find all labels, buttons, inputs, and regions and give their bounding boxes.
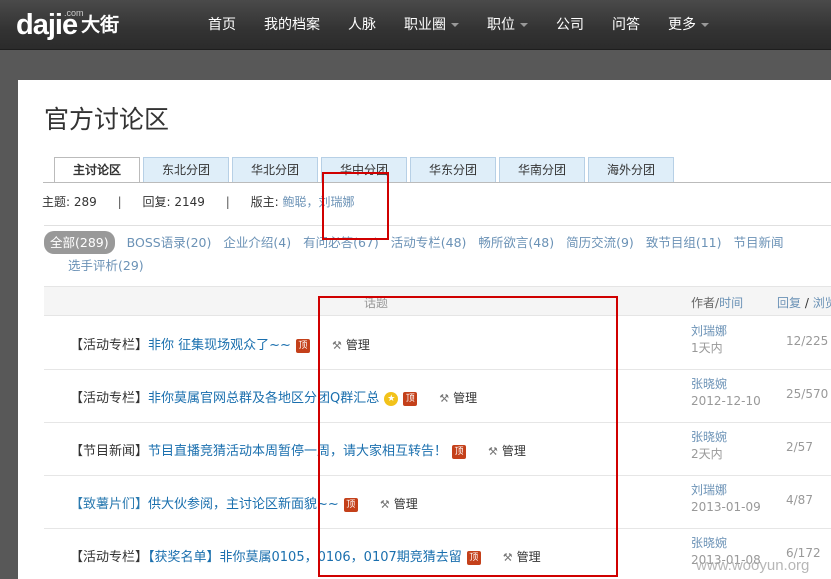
category-filter-item[interactable]: 简历交流(9) — [566, 231, 634, 254]
nav-item[interactable]: 我的档案 — [250, 0, 334, 50]
sort-by-reply-link[interactable]: 回复 — [777, 296, 801, 310]
nav-item-label: 公司 — [556, 17, 584, 33]
nav-item[interactable]: 人脉 — [334, 0, 390, 50]
topics-count: 289 — [73, 195, 97, 209]
post-time: 2天内 — [691, 447, 723, 461]
author-link[interactable]: 张晓婉 — [691, 376, 761, 393]
reply-view-count: 2/57 — [786, 440, 813, 454]
topic-category-tag[interactable]: 【活动专栏】 — [70, 391, 148, 406]
category-list: 全部(289) BOSS语录(20) 企业介绍(4) 有问必答(67) 活动专栏(48)… — [44, 231, 831, 277]
author-link[interactable]: 张晓婉 — [691, 535, 761, 552]
topic-category-tag[interactable]: 【活动专栏】 — [70, 550, 148, 565]
header-reply-view: 回复 / 浏览 — [777, 294, 831, 311]
tab-6[interactable]: 华南分团 — [499, 157, 585, 182]
nav-item-label: 职位 — [487, 17, 515, 33]
page-title: 官方讨论区 — [44, 105, 170, 134]
topic-category-tag[interactable]: 【活动专栏】 — [70, 338, 148, 353]
chevron-down-icon — [520, 23, 528, 27]
topic-author-block: 张晓婉 2012-12-10 — [691, 376, 761, 410]
nav-item[interactable]: 首页 — [194, 0, 250, 50]
nav-item[interactable]: 问答 — [598, 0, 654, 50]
logo-chinese: 大街 — [81, 14, 120, 36]
annotation-box-manage-links — [318, 296, 618, 577]
post-time: 2012-12-10 — [691, 394, 761, 408]
tabs-divider — [43, 182, 831, 183]
pinned-badge-icon: 顶 — [295, 338, 310, 353]
nav-item[interactable]: 职业圈 — [390, 0, 473, 50]
replies-label: 回复: — [142, 195, 171, 209]
tab-7[interactable]: 海外分团 — [588, 157, 674, 182]
tab-1[interactable]: 主讨论区 — [54, 157, 140, 183]
dajie-logo[interactable]: dajie .com 大街 — [16, 6, 119, 42]
post-time: 1天内 — [691, 341, 723, 355]
top-navbar: dajie .com 大街 首页 我的档案 人脉 职业圈 职位 公司 问答 更多 — [0, 0, 831, 50]
author-link[interactable]: 张晓婉 — [691, 429, 727, 446]
nav-item-label: 更多 — [668, 17, 696, 33]
category-filter-item[interactable]: 致节目组(11) — [646, 231, 722, 254]
category-filter-item[interactable]: 企业介绍(4) — [223, 231, 291, 254]
header-author-time: 作者/时间 — [691, 296, 744, 310]
moderator-label: 版主: — [250, 195, 279, 209]
chevron-down-icon — [451, 23, 459, 27]
replies-count: 2149 — [174, 195, 205, 209]
main-nav: 首页 我的档案 人脉 职业圈 职位 公司 问答 更多 — [194, 0, 723, 50]
nav-item[interactable]: 更多 — [654, 0, 723, 50]
topic-category-tag[interactable]: 【致薯片们】 — [70, 497, 148, 512]
category-filter-item[interactable]: 节目新闻 — [733, 231, 783, 254]
logo-domain: .com — [64, 8, 84, 18]
nav-item[interactable]: 公司 — [542, 0, 598, 50]
tab-2[interactable]: 东北分团 — [143, 157, 229, 182]
chevron-down-icon — [701, 23, 709, 27]
sort-by-time-link[interactable]: 时间 — [719, 296, 743, 310]
topic-link[interactable]: 供大伙参阅，主讨论区新面貌~~ — [148, 497, 339, 512]
topic-link[interactable]: 非你 征集现场观众了~~ — [148, 338, 291, 353]
annotation-box-moderators — [322, 172, 389, 240]
category-filter-item[interactable]: 畅所欲言(48) — [478, 231, 554, 254]
sort-by-view-link[interactable]: 浏览 — [813, 296, 831, 310]
nav-item-label: 首页 — [208, 17, 236, 33]
author-link[interactable]: 刘瑞娜 — [691, 323, 727, 340]
topics-label: 主题: — [42, 195, 71, 209]
reply-view-count: 25/570 — [786, 387, 829, 401]
topic-category-tag[interactable]: 【节目新闻】 — [70, 444, 148, 459]
reply-view-count: 4/87 — [786, 493, 813, 507]
tab-3[interactable]: 华北分团 — [232, 157, 318, 182]
category-filter-item[interactable]: 选手评析(29) — [68, 254, 144, 277]
nav-item-label: 人脉 — [348, 17, 376, 33]
watermark: www.wooyun.org — [696, 557, 810, 574]
category-filter-item[interactable]: 活动专栏(48) — [391, 231, 467, 254]
author-link[interactable]: 刘瑞娜 — [691, 482, 761, 499]
nav-item-label: 问答 — [612, 17, 640, 33]
forum-stats: 主题: 289 | 回复: 2149 | 版主: 鲍聪，刘瑞娜 — [42, 195, 355, 209]
nav-item-label: 我的档案 — [264, 17, 320, 33]
category-filter: 全部(289) BOSS语录(20) 企业介绍(4) 有问必答(67) 活动专栏(48)… — [44, 225, 831, 285]
reply-view-count: 12/225 — [786, 334, 829, 348]
topic-author-block: 张晓婉 2天内 — [691, 429, 727, 463]
header-author: 作者 — [691, 296, 716, 310]
post-time: 2013-01-09 — [691, 500, 761, 514]
category-filter-item[interactable]: 全部(289) — [44, 231, 115, 254]
nav-item-label: 职业圈 — [404, 17, 446, 33]
tab-5[interactable]: 华东分团 — [410, 157, 496, 182]
topic-author-block: 刘瑞娜 1天内 — [691, 323, 727, 357]
nav-item[interactable]: 职位 — [473, 0, 542, 50]
category-filter-item[interactable]: BOSS语录(20) — [127, 231, 212, 254]
topic-author-block: 刘瑞娜 2013-01-09 — [691, 482, 761, 516]
